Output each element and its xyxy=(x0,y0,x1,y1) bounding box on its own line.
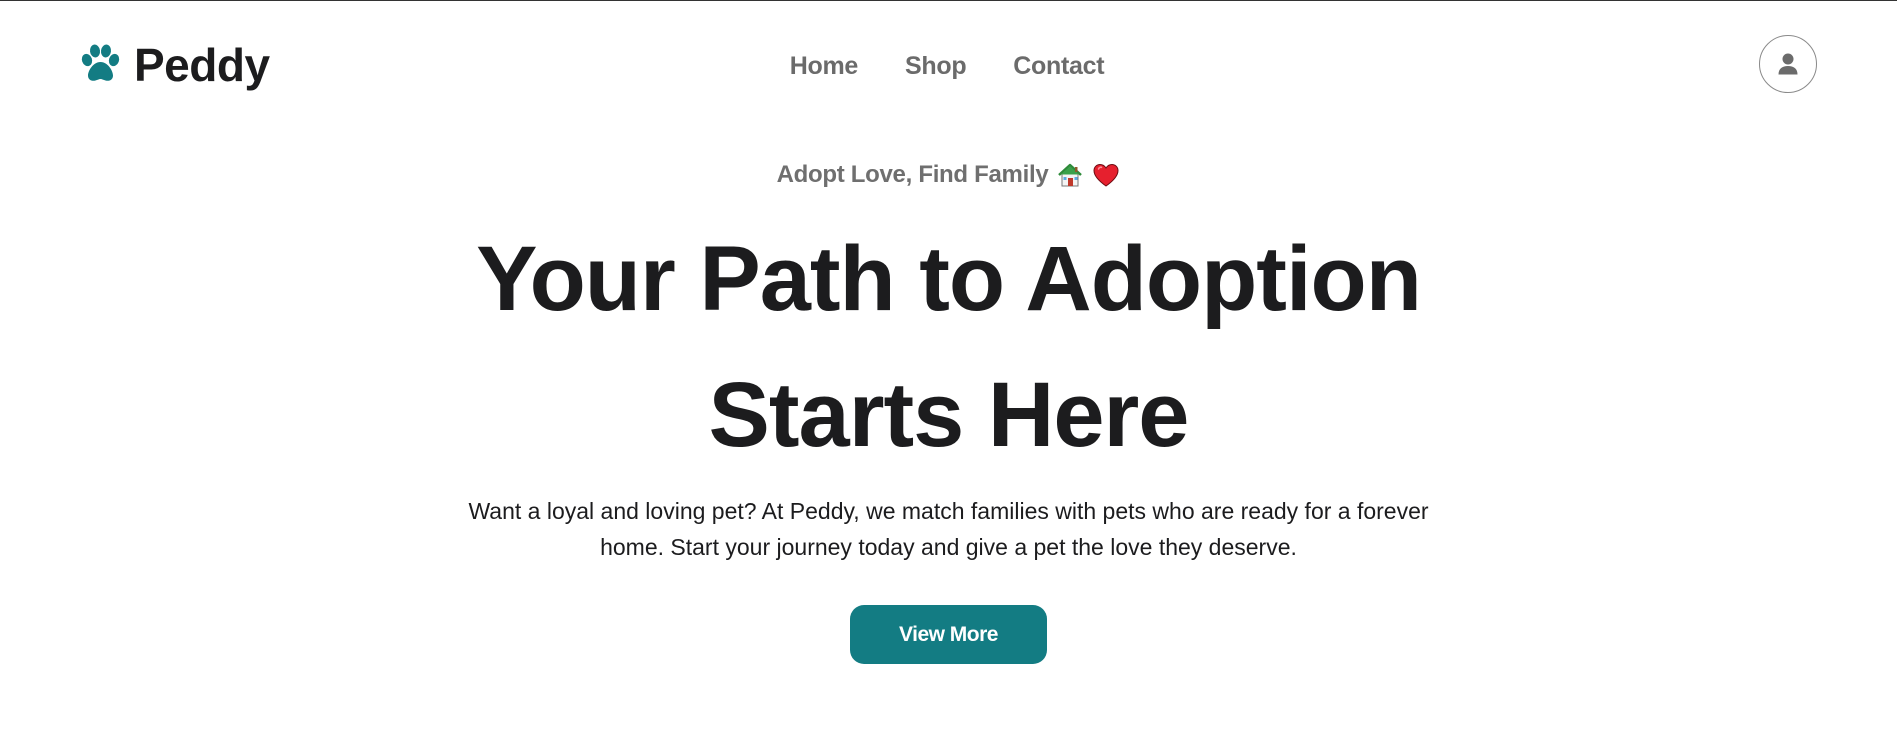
headline-line-1: Your Path to Adoption xyxy=(476,228,1422,330)
hero-headline: Your Path to Adoption Starts Here xyxy=(0,211,1897,483)
account-button[interactable] xyxy=(1759,35,1817,93)
navbar: Peddy Home Shop Contact xyxy=(0,1,1897,131)
user-icon xyxy=(1778,53,1798,75)
house-icon xyxy=(1058,163,1083,187)
nav-home-link[interactable]: Home xyxy=(790,47,859,85)
nav-contact-link[interactable]: Contact xyxy=(1013,47,1104,85)
headline-line-2: Starts Here xyxy=(708,364,1190,466)
main-nav: Home Shop Contact xyxy=(0,47,1897,85)
hero-description: Want a loyal and loving pet? At Peddy, w… xyxy=(468,498,1429,560)
heart-icon xyxy=(1093,163,1119,187)
view-more-button[interactable]: View More xyxy=(850,605,1047,664)
hero-tagline: Adopt Love, Find Family xyxy=(0,161,1897,189)
tagline-text: Adopt Love, Find Family xyxy=(776,161,1049,188)
nav-shop-link[interactable]: Shop xyxy=(905,47,967,85)
